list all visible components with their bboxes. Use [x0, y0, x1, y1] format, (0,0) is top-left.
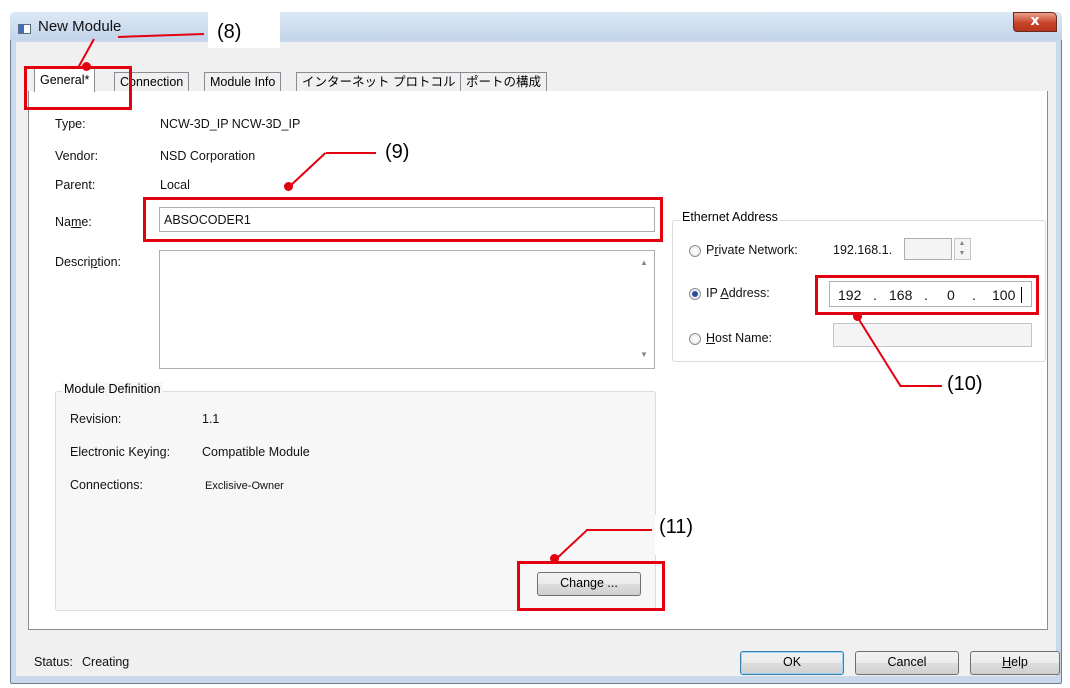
help-button[interactable]: Help — [970, 651, 1060, 675]
module-definition-title: Module Definition — [62, 382, 163, 396]
name-label: Name: — [55, 215, 92, 229]
description-textarea[interactable]: ▲ ▼ — [159, 250, 655, 369]
annotation-8-box — [24, 66, 132, 110]
annotation-9-label: (9) — [381, 140, 449, 182]
parent-value: Local — [160, 178, 190, 192]
tab-internet-protocol[interactable]: インターネット プロトコル — [296, 72, 462, 92]
ethernet-address-title: Ethernet Address — [680, 210, 780, 224]
annotation-8-label: (8) — [213, 20, 246, 45]
tab-port-configuration[interactable]: ポートの構成 — [460, 72, 548, 92]
annotation-9-leader — [326, 152, 376, 154]
private-network-radio[interactable] — [689, 245, 701, 257]
connections-label: Connections: — [70, 478, 143, 492]
annotation-9-dot — [284, 182, 293, 191]
private-network-octet-input[interactable] — [904, 238, 952, 260]
private-network-prefix: 192.168.1. — [833, 243, 893, 257]
vendor-label: Vendor: — [55, 149, 99, 163]
description-label: Description: — [55, 255, 122, 269]
status-value: Creating — [82, 655, 130, 669]
ok-button[interactable]: OK — [740, 651, 844, 675]
revision-label: Revision: — [70, 412, 122, 426]
type-value: NCW-3D_IP NCW-3D_IP — [160, 117, 301, 131]
annotation-10-label: (10) — [943, 372, 1013, 414]
close-button[interactable]: x — [1013, 12, 1057, 32]
parent-label: Parent: — [55, 178, 96, 192]
annotation-8-dot — [82, 62, 91, 71]
electronic-keying-value: Compatible Module — [202, 445, 310, 459]
annotation-11-label: (11) — [655, 515, 725, 555]
scroll-down-arrow-icon[interactable]: ▼ — [640, 351, 648, 359]
cancel-button[interactable]: Cancel — [855, 651, 959, 675]
private-network-spinner[interactable]: ▲ ▼ — [954, 238, 971, 260]
window-title: New Module — [38, 18, 122, 35]
private-network-label: Private Network: — [706, 243, 798, 257]
revision-value: 1.1 — [202, 412, 220, 426]
annotation-11-box — [517, 561, 665, 611]
ip-address-label: IP Address: — [706, 286, 770, 300]
type-label: Type: — [55, 117, 86, 131]
annotation-9-box — [143, 197, 663, 242]
window-app-icon — [18, 24, 31, 34]
annotation-11-leader — [586, 529, 652, 531]
connections-value: Exclisive-Owner — [205, 480, 284, 492]
ip-address-radio[interactable] — [689, 288, 701, 300]
annotation-10-box — [815, 275, 1039, 315]
spin-down-icon[interactable]: ▼ — [958, 250, 966, 258]
spin-up-icon[interactable]: ▲ — [958, 240, 966, 248]
status-label: Status: — [34, 655, 73, 669]
host-name-label: Host Name: — [706, 331, 772, 345]
annotation-10-leader — [900, 385, 942, 387]
scroll-up-arrow-icon[interactable]: ▲ — [640, 259, 648, 267]
electronic-keying-label: Electronic Keying: — [70, 445, 171, 459]
vendor-value: NSD Corporation — [160, 149, 256, 163]
host-name-radio[interactable] — [689, 333, 701, 345]
tab-module-info[interactable]: Module Info — [204, 72, 282, 92]
